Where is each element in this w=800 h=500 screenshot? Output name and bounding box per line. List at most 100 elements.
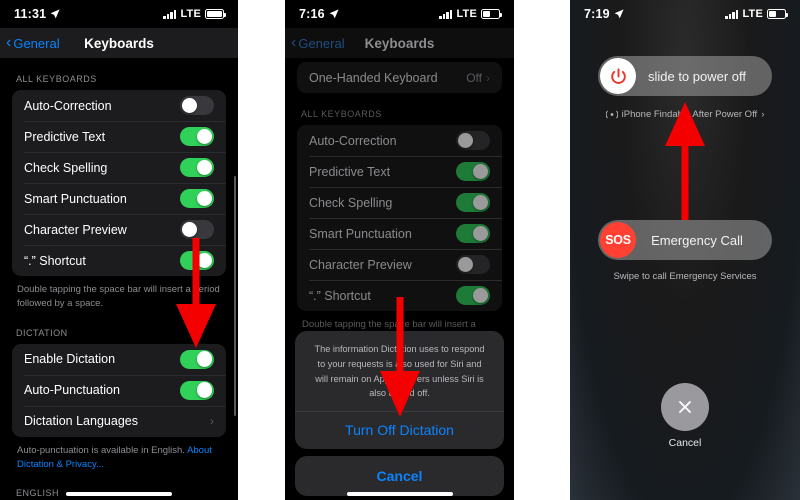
sos-badge-icon[interactable]: SOS: [600, 222, 636, 258]
row-one-handed-keyboard[interactable]: One-Handed Keyboard Off ›: [297, 62, 502, 93]
status-right: LTE: [439, 8, 502, 20]
screenshot-stage: 11:31 LTE ‹ General Keyboards ALL KEYBOA…: [0, 0, 800, 500]
page-title: Keyboards: [364, 35, 435, 51]
toggle-auto-correction[interactable]: [180, 96, 214, 115]
signal-bars-icon: [439, 9, 453, 19]
row-label: “.” Shortcut: [309, 288, 371, 303]
home-indicator: [66, 492, 172, 496]
status-time: 7:19: [584, 7, 610, 21]
findmy-waves-icon: [605, 110, 618, 119]
one-handed-value: Off: [466, 70, 482, 85]
slide-to-power-off-label: slide to power off: [647, 68, 747, 84]
toggle-auto-punctuation[interactable]: [180, 380, 214, 400]
row-label: Dictation Languages: [24, 414, 138, 428]
status-time: 11:31: [14, 7, 47, 21]
section-header-all-keyboards: ALL KEYBOARDS: [16, 74, 97, 84]
chevron-left-icon: ‹: [6, 34, 12, 51]
toggle-smart-punctuation[interactable]: [456, 224, 490, 243]
row-label: Check Spelling: [309, 195, 393, 210]
cancel-button[interactable]: Cancel: [295, 456, 504, 496]
status-left: 7:19: [584, 7, 624, 21]
row-label: Auto-Punctuation: [24, 383, 120, 397]
row-label: Smart Punctuation: [309, 226, 412, 241]
toggle-check-spelling[interactable]: [180, 158, 214, 177]
status-bar: 7:19 LTE: [570, 0, 800, 28]
emergency-call-note-text: Swipe to call Emergency Services: [613, 271, 757, 282]
slide-to-power-off-slider[interactable]: slide to power off: [598, 56, 772, 96]
group-all-keyboards: Auto-Correction Predictive Text Check Sp…: [297, 125, 502, 311]
row-value: Off ›: [466, 71, 490, 85]
chevron-right-icon: ›: [210, 414, 214, 428]
toggle-smart-punctuation[interactable]: [180, 189, 214, 208]
battery-icon: [767, 9, 788, 19]
toggle-period-shortcut[interactable]: [456, 286, 490, 305]
row-character-preview[interactable]: Character Preview: [297, 249, 502, 280]
power-icon[interactable]: [600, 58, 636, 94]
signal-bars-icon: [163, 9, 177, 19]
page-title: Keyboards: [84, 35, 154, 51]
row-label: Check Spelling: [24, 160, 108, 175]
row-label: Smart Punctuation: [24, 191, 127, 206]
toggle-predictive-text[interactable]: [456, 162, 490, 181]
cancel-label: Cancel: [668, 437, 702, 449]
row-label: One-Handed Keyboard: [309, 70, 438, 85]
cancel-control[interactable]: Cancel: [570, 383, 800, 449]
footnote-text: Auto-punctuation is available in English…: [17, 444, 188, 456]
chevron-right-icon: ›: [486, 70, 490, 85]
row-smart-punctuation[interactable]: Smart Punctuation: [297, 218, 502, 249]
status-right: LTE: [725, 8, 788, 20]
phone-panel-dictation-confirm: 7:16 LTE ‹ General Keyboards One-Handed …: [285, 0, 514, 500]
row-auto-punctuation[interactable]: Auto-Punctuation: [12, 374, 226, 406]
arrow-to-power-slider: [665, 102, 705, 220]
battery-icon: [481, 9, 502, 19]
row-dictation-languages[interactable]: Dictation Languages ›: [12, 405, 226, 437]
row-check-spelling[interactable]: Check Spelling: [12, 152, 226, 183]
status-time: 7:16: [299, 7, 325, 21]
phone-panel-power-off: 7:19 LTE slide to power off iPhone Finda…: [570, 0, 800, 500]
row-predictive-text[interactable]: Predictive Text: [12, 121, 226, 152]
close-x-icon[interactable]: [661, 383, 709, 431]
emergency-call-label: Emergency Call: [651, 232, 743, 248]
back-button-general[interactable]: ‹ General: [291, 35, 345, 51]
toggle-check-spelling[interactable]: [456, 193, 490, 212]
home-indicator: [346, 492, 453, 496]
row-label: Character Preview: [24, 222, 127, 237]
chevron-left-icon: ‹: [291, 34, 297, 51]
row-label: Predictive Text: [309, 164, 391, 179]
back-button-general[interactable]: ‹ General: [6, 35, 60, 51]
carrier-label: LTE: [742, 8, 763, 20]
row-auto-correction[interactable]: Auto-Correction: [12, 90, 226, 121]
row-auto-correction[interactable]: Auto-Correction: [297, 125, 502, 156]
row-check-spelling[interactable]: Check Spelling: [297, 187, 502, 218]
location-arrow-icon: [329, 9, 339, 19]
back-button-label: General: [13, 35, 60, 51]
toggle-predictive-text[interactable]: [180, 127, 214, 146]
carrier-label: LTE: [456, 8, 477, 20]
chevron-right-icon: ›: [761, 109, 765, 120]
row-label: “.” Shortcut: [24, 253, 86, 268]
group-dictation: Enable Dictation Auto-Punctuation Dictat…: [12, 343, 226, 437]
back-button-label: General: [298, 35, 345, 51]
toggle-character-preview[interactable]: [180, 220, 214, 239]
row-label: Auto-Correction: [24, 98, 112, 113]
scroll-indicator[interactable]: [233, 176, 236, 416]
group-one-handed: One-Handed Keyboard Off ›: [297, 62, 502, 93]
status-left: 7:16: [299, 7, 339, 21]
toggle-enable-dictation[interactable]: [180, 349, 214, 369]
nav-bar: ‹ General Keyboards: [0, 28, 238, 58]
carrier-label: LTE: [180, 8, 201, 20]
row-smart-punctuation[interactable]: Smart Punctuation: [12, 183, 226, 214]
toggle-character-preview[interactable]: [456, 255, 490, 274]
row-label: Character Preview: [309, 257, 412, 272]
row-label: Predictive Text: [24, 129, 106, 144]
row-label: Auto-Correction: [309, 133, 397, 148]
row-predictive-text[interactable]: Predictive Text: [297, 156, 502, 187]
toggle-auto-correction[interactable]: [456, 131, 490, 150]
location-arrow-icon: [50, 9, 60, 19]
footnote-dictation-privacy: Auto-punctuation is available in English…: [12, 437, 226, 473]
emergency-call-slider[interactable]: SOS Emergency Call: [598, 220, 772, 260]
nav-bar: ‹ General Keyboards: [285, 28, 514, 58]
status-bar: 7:16 LTE: [285, 0, 514, 28]
section-header-all-keyboards: ALL KEYBOARDS: [301, 109, 382, 119]
row-label: Enable Dictation: [24, 352, 116, 366]
